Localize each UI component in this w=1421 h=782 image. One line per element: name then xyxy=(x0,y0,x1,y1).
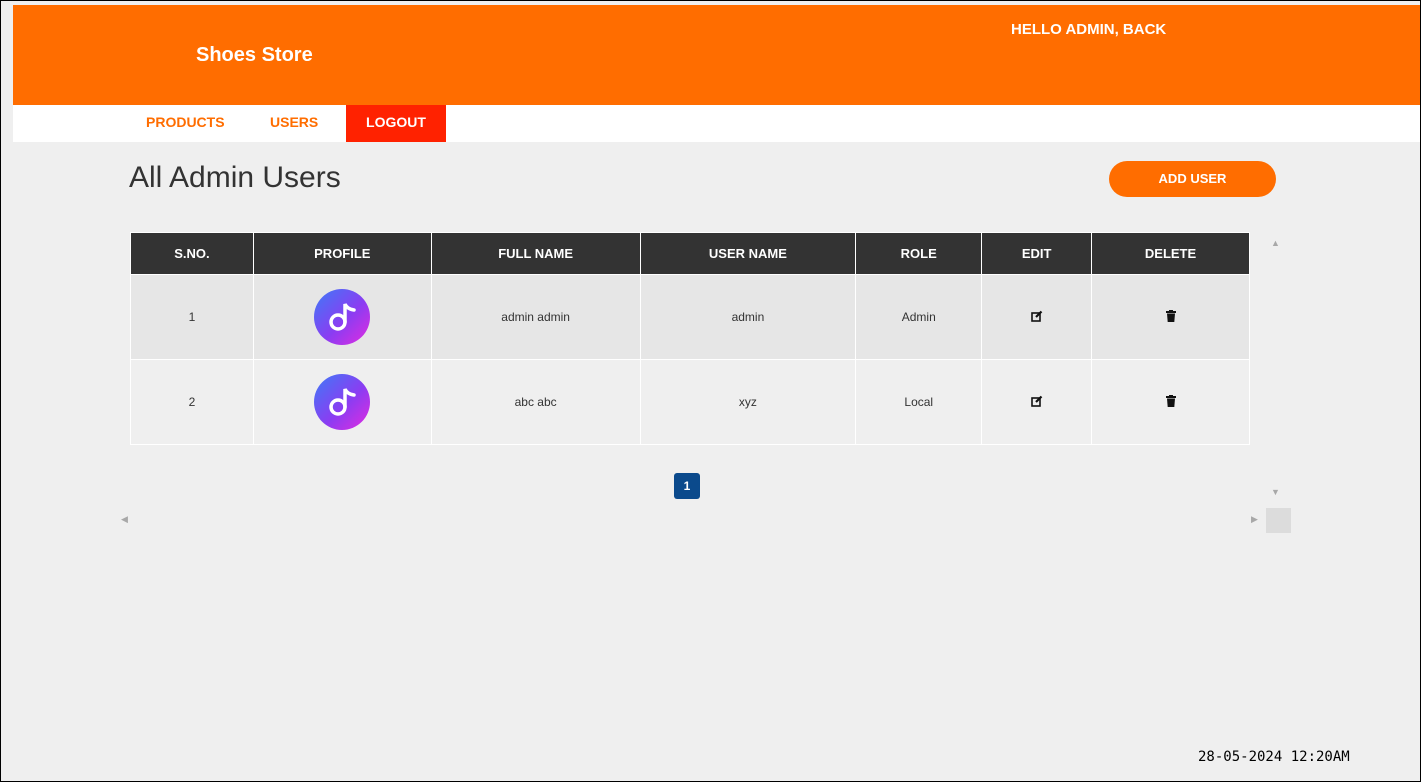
nav-logout-link[interactable]: LOGOUT xyxy=(346,105,446,142)
col-header-edit: EDIT xyxy=(981,232,1093,275)
cell-user-name: admin xyxy=(639,274,857,360)
table-row: 1 admin admin admin Admin xyxy=(130,274,1250,360)
trash-icon[interactable] xyxy=(1165,394,1176,410)
cell-profile xyxy=(252,274,432,360)
scrollbar-corner xyxy=(1266,508,1291,533)
col-header-full-name: FULL NAME xyxy=(430,232,641,275)
admin-greeting: HELLO ADMIN, BACK xyxy=(1011,21,1167,38)
brand-title: Shoes Store xyxy=(196,44,313,66)
app-window: Shoes Store HELLO ADMIN, BACK PRODUCTS U… xyxy=(0,0,1421,782)
music-note-avatar-icon xyxy=(314,374,371,430)
table-row: 2 abc abc xyz Local xyxy=(130,359,1250,445)
cell-role: Local xyxy=(855,359,983,445)
nav-bar: PRODUCTS USERS LOGOUT xyxy=(13,105,1420,142)
cell-full-name: admin admin xyxy=(430,274,641,360)
cell-full-name: abc abc xyxy=(430,359,641,445)
table-header-row: S.NO. PROFILE FULL NAME USER NAME ROLE E… xyxy=(130,232,1250,275)
cell-edit xyxy=(981,359,1093,445)
nav-products-link[interactable]: PRODUCTS xyxy=(146,105,225,142)
cell-user-name: xyz xyxy=(639,359,857,445)
nav-users-link[interactable]: USERS xyxy=(270,105,318,142)
music-note-avatar-icon xyxy=(314,289,371,345)
col-header-role: ROLE xyxy=(855,232,983,275)
footer-timestamp: 28-05-2024 12:20AM xyxy=(1198,749,1350,765)
users-table: S.NO. PROFILE FULL NAME USER NAME ROLE E… xyxy=(130,232,1250,445)
scroll-left-arrow-icon[interactable]: ◀ xyxy=(121,514,128,525)
cell-sno: 2 xyxy=(130,359,254,445)
header-bar: Shoes Store HELLO ADMIN, BACK xyxy=(13,5,1420,105)
edit-icon[interactable] xyxy=(1030,395,1043,410)
col-header-delete: DELETE xyxy=(1091,232,1250,275)
col-header-user-name: USER NAME xyxy=(639,232,857,275)
cell-delete xyxy=(1091,274,1250,360)
cell-edit xyxy=(981,274,1093,360)
cell-sno: 1 xyxy=(130,274,254,360)
add-user-button[interactable]: ADD USER xyxy=(1109,161,1276,197)
trash-icon[interactable] xyxy=(1165,309,1176,325)
cell-delete xyxy=(1091,359,1250,445)
pagination-page-button[interactable]: 1 xyxy=(674,473,700,499)
col-header-sno: S.NO. xyxy=(130,232,254,275)
cell-profile xyxy=(252,359,432,445)
col-header-profile: PROFILE xyxy=(252,232,432,275)
edit-icon[interactable] xyxy=(1030,310,1043,325)
scroll-right-arrow-icon[interactable]: ▶ xyxy=(1251,514,1258,525)
scroll-down-arrow-icon[interactable]: ▼ xyxy=(1271,487,1280,497)
page-title: All Admin Users xyxy=(129,161,341,194)
scroll-up-arrow-icon[interactable]: ▲ xyxy=(1271,238,1280,248)
cell-role: Admin xyxy=(855,274,983,360)
